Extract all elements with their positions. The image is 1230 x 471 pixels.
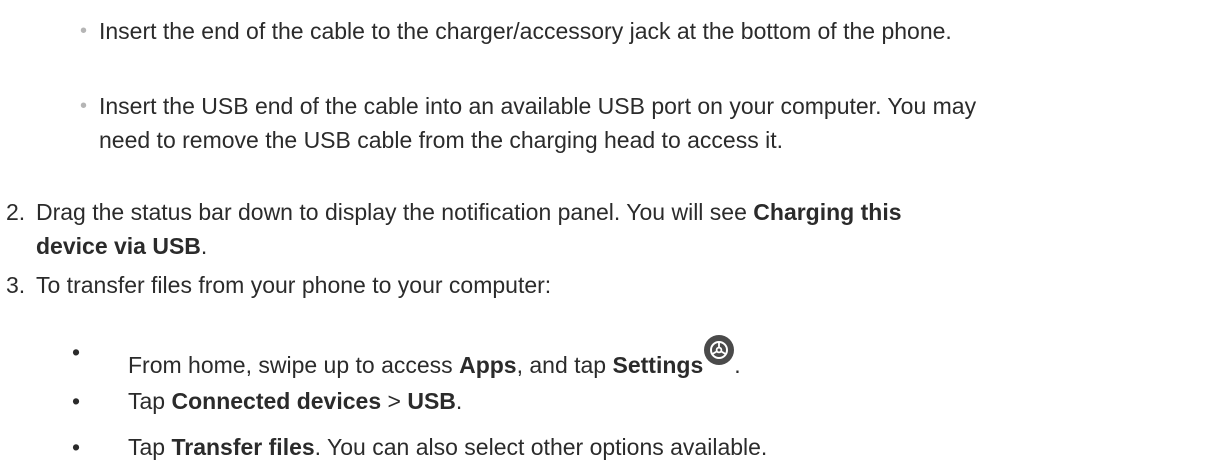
step-2-cont: device via USB. [36,229,207,263]
list-item-text: From home, swipe up to access [128,352,460,378]
bold-term-connected-devices: Connected devices [171,388,382,414]
list-item-text-line1: Insert the USB end of the cable into an … [99,93,977,119]
list-item-text: Insert the end of the cable to the charg… [99,18,952,44]
bold-term-device-via-usb: device via USB [36,233,201,259]
step-number: 3. [6,272,26,298]
list-item-text: . [734,352,741,378]
bullet: • [80,20,88,42]
bullet: • [72,434,81,460]
list-item-text: . [455,388,463,414]
step-text: To transfer files from your phone to you… [36,272,552,298]
bullet: • [72,339,81,365]
step-text: Drag the status bar down to display the … [36,199,754,225]
settings-icon [704,335,735,365]
list-item-text: Tap [128,434,172,460]
list-item-insert-usb-end-cont: need to remove the USB cable from the ch… [99,123,783,157]
bold-term-settings: Settings [612,352,704,378]
bold-term-charging: Charging this [753,199,902,225]
list-item-text: > [381,388,408,414]
list-item-text: Tap [128,388,172,414]
bold-term-transfer-files: Transfer files [171,434,315,460]
step-text-end: . [200,233,208,259]
bullet: • [72,388,81,414]
list-item-text-line2: need to remove the USB cable from the ch… [99,127,783,153]
bold-term-usb: USB [407,388,456,414]
bold-term-apps: Apps [459,352,517,378]
step-number: 2. [6,199,26,225]
list-item-text: . You can also select other options avai… [314,434,768,460]
list-item-text: , and tap [516,352,613,378]
bullet: • [80,95,88,117]
